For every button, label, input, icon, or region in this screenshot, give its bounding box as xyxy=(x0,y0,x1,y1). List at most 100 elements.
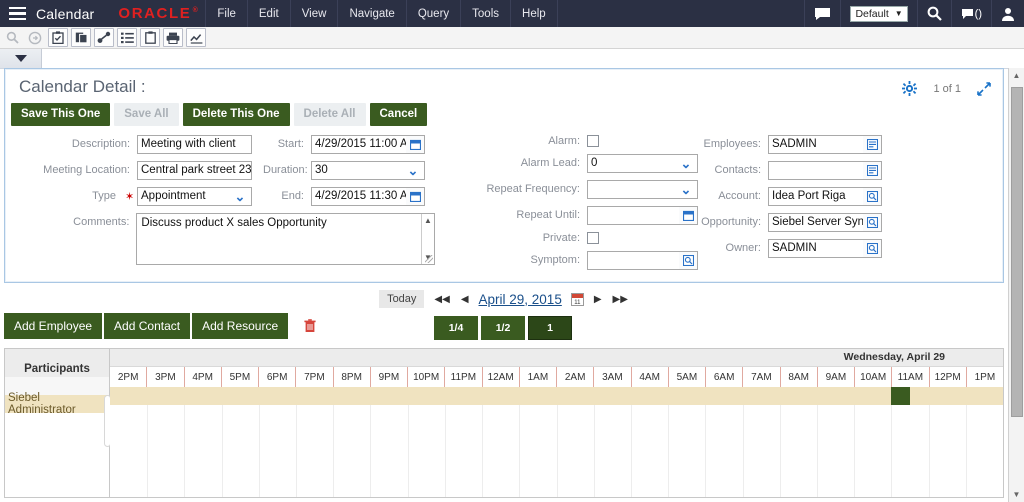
search-icon[interactable] xyxy=(2,28,22,47)
add-employee-button[interactable]: Add Employee xyxy=(4,313,103,339)
field-alarm-lead: Alarm Lead: 0 ⌄ xyxy=(455,153,710,173)
alarm-lead-select[interactable]: 0 ⌄ xyxy=(587,153,698,173)
page-title: Calendar Detail : xyxy=(19,77,146,96)
chart-report-icon[interactable] xyxy=(186,28,206,47)
end-datetime[interactable]: 4/29/2015 11:30 AM xyxy=(311,186,425,206)
calendar-picker-icon[interactable] xyxy=(406,134,425,154)
resize-handle[interactable] xyxy=(425,254,433,263)
account-picker[interactable]: Idea Port Riga xyxy=(768,186,882,206)
menu-item-navigate[interactable]: Navigate xyxy=(337,0,405,27)
list-item[interactable]: Siebel Administrator xyxy=(5,392,109,416)
repeat-until-datetime[interactable] xyxy=(587,205,698,225)
last-period-button[interactable]: ▶▶ xyxy=(612,294,629,305)
timeline-hour-7pm: 7PM xyxy=(296,367,334,387)
user-avatar-icon[interactable] xyxy=(991,0,1024,27)
edit-link-icon[interactable] xyxy=(94,28,114,47)
menu-item-query[interactable]: Query xyxy=(405,0,460,27)
calendar-detail-panel: Calendar Detail : 1 of 1 Save This One S… xyxy=(4,68,1004,283)
clipboard-icon[interactable] xyxy=(140,28,160,47)
delete-this-one-button[interactable]: Delete This One xyxy=(182,103,290,126)
add-contact-button[interactable]: Add Contact xyxy=(104,313,191,339)
alarm-checkbox[interactable] xyxy=(587,134,599,147)
list-view-icon[interactable] xyxy=(117,28,137,47)
search-picker-icon[interactable] xyxy=(863,186,882,206)
appointment-block[interactable] xyxy=(891,387,910,405)
add-resource-button[interactable]: Add Resource xyxy=(192,313,289,339)
new-record-icon[interactable] xyxy=(48,28,68,47)
timeline-availability-band[interactable] xyxy=(110,387,1003,405)
start-datetime[interactable]: 4/29/2015 11:00 AM xyxy=(311,134,425,154)
notification-icon[interactable]: () xyxy=(950,0,991,27)
timeline-hour-11am: 11AM xyxy=(892,367,930,387)
grid-line xyxy=(519,405,521,497)
scroll-up-button[interactable]: ▲ xyxy=(1009,68,1024,83)
type-select[interactable]: Appointment ⌄ xyxy=(137,186,252,206)
scroll-down-button[interactable]: ▼ xyxy=(1009,487,1024,502)
grid-line xyxy=(370,405,372,497)
duration-select[interactable]: 30 ⌄ xyxy=(311,160,425,180)
contacts-picker[interactable] xyxy=(768,160,882,180)
notification-count: () xyxy=(974,7,982,20)
symptom-label: Symptom: xyxy=(530,254,580,267)
cancel-button[interactable]: Cancel xyxy=(369,103,428,126)
previous-period-button[interactable]: ◀ xyxy=(460,294,470,305)
scrollbar-thumb[interactable] xyxy=(1010,87,1023,417)
hamburger-menu-icon[interactable] xyxy=(0,6,34,21)
grid-line xyxy=(854,405,856,497)
copy-record-icon[interactable] xyxy=(71,28,91,47)
gear-icon[interactable] xyxy=(902,81,918,96)
timeline-hour-9am: 9AM xyxy=(817,367,855,387)
page-scrollbar[interactable]: ▲ ▼ xyxy=(1008,68,1024,502)
print-icon[interactable] xyxy=(163,28,183,47)
grid-line xyxy=(221,405,223,497)
menu-item-edit[interactable]: Edit xyxy=(246,0,290,27)
search-picker-icon[interactable] xyxy=(863,238,882,258)
description-input[interactable]: Meeting with client xyxy=(137,134,252,154)
expand-icon[interactable] xyxy=(977,81,991,96)
save-this-one-button[interactable]: Save This One xyxy=(11,103,111,126)
chevron-down-icon[interactable]: ⌄ xyxy=(402,160,425,180)
menu-item-help[interactable]: Help xyxy=(510,0,558,27)
menu-item-view[interactable]: View xyxy=(289,0,338,27)
repeat-frequency-value xyxy=(587,179,675,199)
repeat-until-value xyxy=(587,205,679,225)
multi-select-picker-icon[interactable] xyxy=(863,134,882,154)
chat-bubble-icon[interactable] xyxy=(804,0,840,27)
comments-textarea[interactable]: Discuss product X sales Opportunity ▲▼ xyxy=(136,212,435,265)
menu-item-file[interactable]: File xyxy=(205,0,247,27)
opportunity-picker[interactable]: Siebel Server Sync S: xyxy=(768,212,882,232)
end-value: 4/29/2015 11:30 AM xyxy=(311,186,406,206)
timeline-hour-3am: 3AM xyxy=(594,367,632,387)
chevron-down-icon[interactable] xyxy=(0,49,42,68)
meeting-location-input[interactable]: Central park street 234 xyxy=(137,160,252,180)
go-forward-icon[interactable] xyxy=(25,28,45,47)
account-label: Account: xyxy=(718,190,761,203)
view-selector[interactable]: Default ▼ xyxy=(840,0,916,27)
search-picker-icon[interactable] xyxy=(863,212,882,232)
repeat-frequency-select[interactable]: ⌄ xyxy=(587,179,698,199)
zoom-full-button[interactable]: 1 xyxy=(528,316,572,340)
timeline-hour-4am: 4AM xyxy=(631,367,669,387)
symptom-picker[interactable] xyxy=(587,250,698,270)
calendar-picker-icon[interactable] xyxy=(570,292,584,306)
owner-picker[interactable]: SADMIN xyxy=(768,238,882,258)
private-checkbox[interactable] xyxy=(587,231,599,244)
today-button[interactable]: Today xyxy=(379,290,425,308)
trash-icon[interactable] xyxy=(304,319,316,333)
comments-value: Discuss product X sales Opportunity xyxy=(141,216,327,229)
record-pager: 1 of 1 xyxy=(933,82,961,95)
zoom-half-button[interactable]: 1/2 xyxy=(481,316,525,340)
first-period-button[interactable]: ◀◀ xyxy=(433,294,450,305)
scrollbar-track[interactable] xyxy=(1009,83,1024,487)
chevron-down-icon[interactable]: ⌄ xyxy=(229,186,252,206)
menu-item-tools[interactable]: Tools xyxy=(460,0,510,27)
search-icon[interactable] xyxy=(916,0,951,27)
calendar-picker-icon[interactable] xyxy=(406,186,425,206)
grid-line xyxy=(779,405,781,497)
employees-picker[interactable]: SADMIN xyxy=(768,134,882,154)
multi-select-picker-icon[interactable] xyxy=(863,160,882,180)
app-title: Calendar xyxy=(36,5,95,22)
current-date-link[interactable]: April 29, 2015 xyxy=(479,292,562,307)
zoom-quarter-button[interactable]: 1/4 xyxy=(434,316,478,340)
next-period-button[interactable]: ▶ xyxy=(593,294,603,305)
